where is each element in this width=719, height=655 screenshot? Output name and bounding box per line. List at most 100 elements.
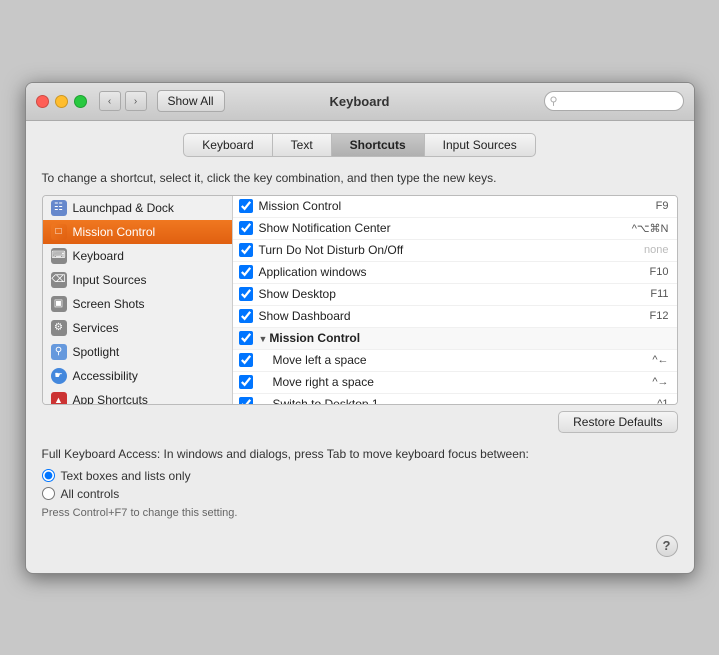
show-all-button[interactable]: Show All — [157, 90, 225, 112]
shortcut-key: F12 — [650, 310, 669, 322]
shortcut-label: Show Dashboard — [259, 309, 650, 323]
shortcut-row: Show Notification Center ^⌥⌘N — [233, 218, 677, 240]
shortcut-label: Application windows — [259, 265, 650, 279]
keyboard-access-section: Full Keyboard Access: In windows and dia… — [42, 447, 678, 519]
content-area: Keyboard Text Shortcuts Input Sources To… — [26, 121, 694, 573]
tabs-bar: Keyboard Text Shortcuts Input Sources — [42, 133, 678, 157]
shortcut-key: ^← — [652, 354, 668, 366]
sidebar-item-label: Screen Shots — [73, 297, 145, 311]
shortcut-checkbox[interactable] — [239, 309, 253, 323]
shortcut-label: ▼Mission Control — [259, 331, 669, 345]
shortcut-row: Switch to Desktop 1 ^1 — [233, 394, 677, 404]
traffic-lights — [36, 95, 87, 108]
keyboard-preferences-window: ‹ › Show All Keyboard ⚲ Keyboard Text Sh… — [25, 82, 695, 574]
tab-text[interactable]: Text — [273, 133, 332, 157]
sidebar-item-spotlight[interactable]: ⚲ Spotlight — [43, 340, 232, 364]
shortcut-checkbox[interactable] — [239, 375, 253, 389]
back-button[interactable]: ‹ — [99, 91, 121, 111]
sidebar-item-label: Launchpad & Dock — [73, 201, 174, 215]
expand-arrow-icon: ▼ — [259, 334, 268, 344]
shortcut-checkbox[interactable] — [239, 397, 253, 404]
shortcut-key: F10 — [650, 266, 669, 278]
sidebar-item-input-sources[interactable]: ⌫ Input Sources — [43, 268, 232, 292]
shortcut-label: Show Notification Center — [259, 221, 632, 235]
sidebar-item-label: App Shortcuts — [73, 393, 148, 404]
sidebar-item-label: Spotlight — [73, 345, 120, 359]
sidebar-item-app-shortcuts[interactable]: ▲ App Shortcuts — [43, 388, 232, 404]
shortcut-key: ^⌥⌘N — [632, 222, 669, 235]
services-icon: ⚙ — [51, 320, 67, 336]
shortcut-row: Show Desktop F11 — [233, 284, 677, 306]
shortcut-checkbox[interactable] — [239, 265, 253, 279]
restore-area: Restore Defaults — [42, 405, 678, 433]
sidebar-item-keyboard[interactable]: ⌨ Keyboard — [43, 244, 232, 268]
radio-all-controls-label: All controls — [61, 487, 120, 501]
forward-button[interactable]: › — [125, 91, 147, 111]
tab-input-sources[interactable]: Input Sources — [425, 133, 536, 157]
sidebar-item-accessibility[interactable]: ☛ Accessibility — [43, 364, 232, 388]
shortcut-checkbox[interactable] — [239, 331, 253, 345]
shortcut-label: Mission Control — [259, 199, 656, 213]
sidebar-item-label: Mission Control — [73, 225, 156, 239]
nav-area: ‹ › Show All — [99, 90, 225, 112]
shortcut-row: Mission Control F9 — [233, 196, 677, 218]
mission-control-icon: □ — [51, 224, 67, 240]
shortcut-row: Turn Do Not Disturb On/Off none — [233, 240, 677, 262]
accessibility-icon: ☛ — [51, 368, 67, 384]
shortcut-key: F11 — [650, 288, 668, 300]
sidebar-item-label: Services — [73, 321, 119, 335]
shortcut-key: ^1 — [657, 398, 668, 404]
sidebar-item-services[interactable]: ⚙ Services — [43, 316, 232, 340]
shortcut-checkbox[interactable] — [239, 199, 253, 213]
radio-all-controls[interactable]: All controls — [42, 487, 678, 501]
sidebar-item-label: Input Sources — [73, 273, 147, 287]
search-input[interactable] — [544, 91, 684, 111]
screenshots-icon: ▣ — [51, 296, 67, 312]
sidebar-item-label: Accessibility — [73, 369, 138, 383]
shortcut-checkbox[interactable] — [239, 221, 253, 235]
shortcut-label: Turn Do Not Disturb On/Off — [259, 243, 645, 257]
shortcut-label: Move left a space — [259, 353, 653, 367]
help-button[interactable]: ? — [656, 535, 678, 557]
main-panel: ☷ Launchpad & Dock □ Mission Control ⌨ K… — [42, 195, 678, 405]
shortcut-checkbox[interactable] — [239, 287, 253, 301]
app-shortcuts-icon: ▲ — [51, 392, 67, 404]
sidebar-item-screenshots[interactable]: ▣ Screen Shots — [43, 292, 232, 316]
instruction-text: To change a shortcut, select it, click t… — [42, 171, 678, 185]
titlebar: ‹ › Show All Keyboard ⚲ — [26, 83, 694, 121]
help-area: ? — [42, 535, 678, 557]
shortcut-row: Move right a space ^→ — [233, 372, 677, 394]
shortcut-label: Switch to Desktop 1 — [259, 397, 658, 404]
radio-all-controls-input[interactable] — [42, 487, 55, 500]
shortcut-row: Show Dashboard F12 — [233, 306, 677, 328]
search-wrap: ⚲ — [544, 91, 684, 111]
radio-text-boxes-input[interactable] — [42, 469, 55, 482]
restore-defaults-button[interactable]: Restore Defaults — [558, 411, 677, 433]
radio-text-boxes-label: Text boxes and lists only — [61, 469, 191, 483]
shortcut-key: F9 — [656, 200, 669, 212]
sidebar-item-launchpad[interactable]: ☷ Launchpad & Dock — [43, 196, 232, 220]
shortcut-row: Move left a space ^← — [233, 350, 677, 372]
maximize-button[interactable] — [74, 95, 87, 108]
shortcut-group-header: ▼Mission Control — [233, 328, 677, 350]
minimize-button[interactable] — [55, 95, 68, 108]
tab-shortcuts[interactable]: Shortcuts — [332, 133, 425, 157]
sidebar-item-label: Keyboard — [73, 249, 124, 263]
shortcut-key: ^→ — [652, 376, 668, 388]
shortcut-label: Show Desktop — [259, 287, 651, 301]
radio-text-boxes[interactable]: Text boxes and lists only — [42, 469, 678, 483]
keyboard-hint-text: Press Control+F7 to change this setting. — [42, 507, 678, 519]
sidebar-item-mission-control[interactable]: □ Mission Control — [43, 220, 232, 244]
keyboard-access-label: Full Keyboard Access: In windows and dia… — [42, 447, 529, 461]
input-sources-icon: ⌫ — [51, 272, 67, 288]
launchpad-icon: ☷ — [51, 200, 67, 216]
search-icon: ⚲ — [550, 95, 558, 108]
shortcut-category-sidebar: ☷ Launchpad & Dock □ Mission Control ⌨ K… — [43, 196, 233, 404]
spotlight-icon: ⚲ — [51, 344, 67, 360]
tab-keyboard[interactable]: Keyboard — [183, 133, 272, 157]
shortcut-checkbox[interactable] — [239, 353, 253, 367]
shortcut-checkbox[interactable] — [239, 243, 253, 257]
radio-group: Text boxes and lists only All controls — [42, 469, 678, 501]
search-area: ⚲ — [544, 91, 684, 111]
close-button[interactable] — [36, 95, 49, 108]
